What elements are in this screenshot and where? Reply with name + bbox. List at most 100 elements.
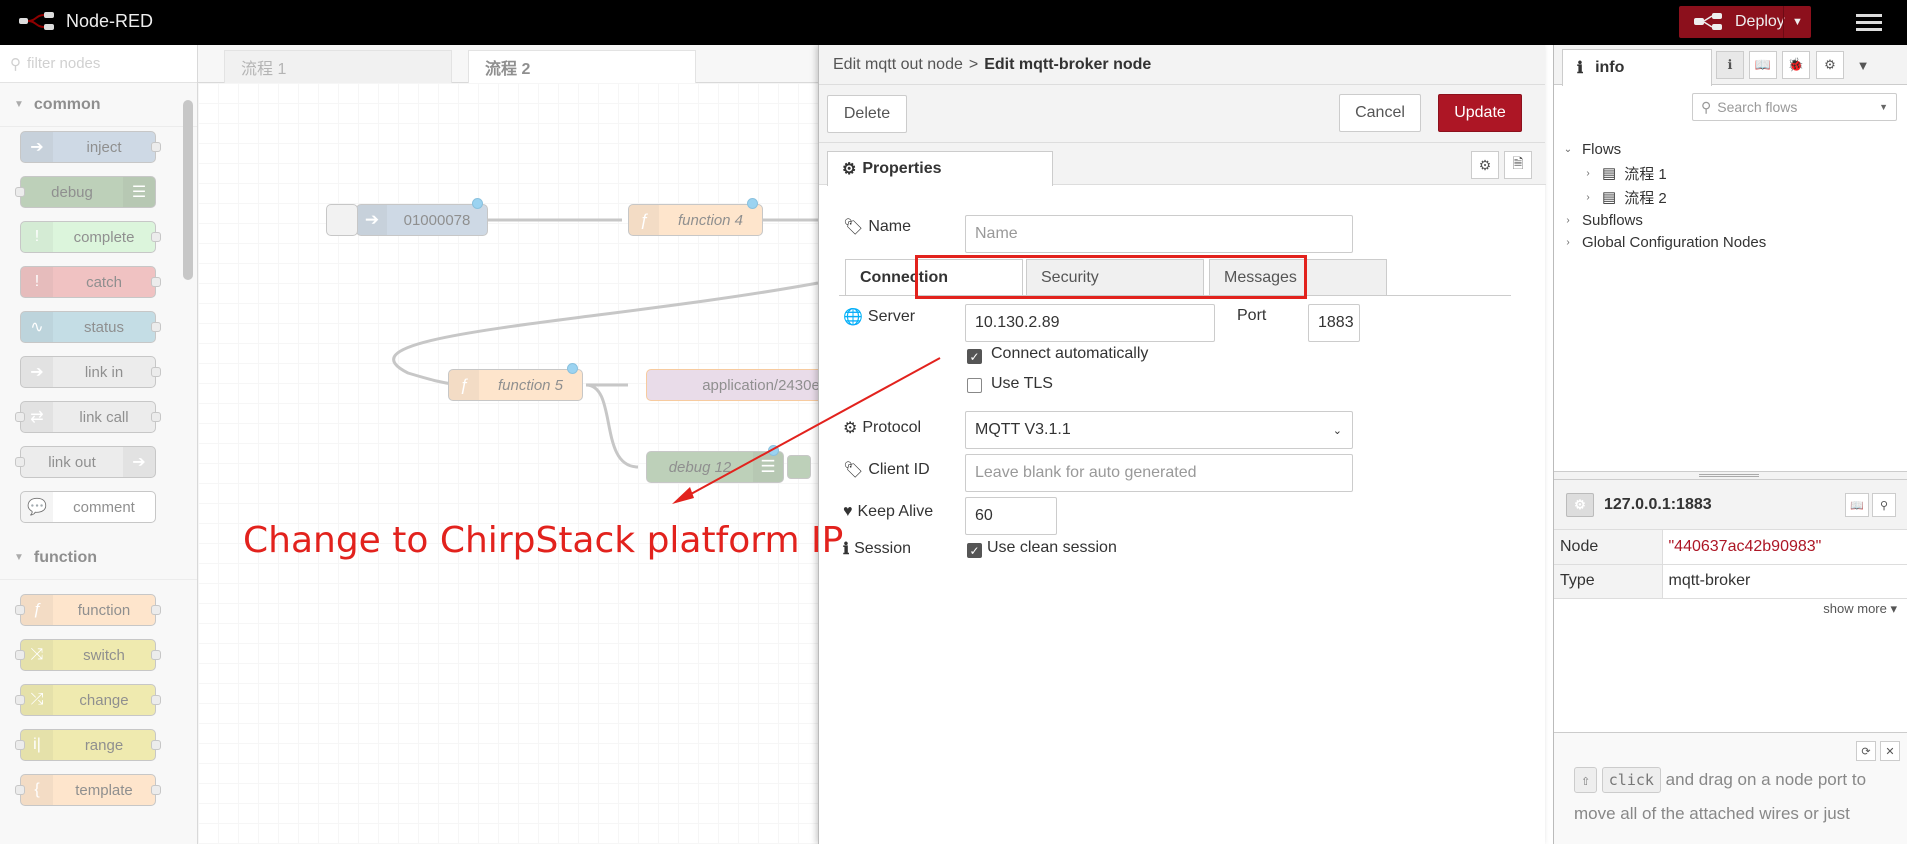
deploy-label: Deploy bbox=[1735, 13, 1785, 30]
update-button[interactable]: Update bbox=[1438, 94, 1522, 132]
server-input[interactable]: 10.130.2.89 bbox=[965, 304, 1215, 342]
protocol-select[interactable]: MQTT V3.1.1 ⌄ bbox=[965, 411, 1353, 449]
refresh-icon[interactable]: ⟳ bbox=[1856, 741, 1876, 761]
chevron-down-icon: ⌄ bbox=[1563, 143, 1573, 155]
book-icon[interactable]: 📖 bbox=[1749, 51, 1777, 79]
node-settings-gear-icon[interactable]: ⚙ bbox=[1471, 151, 1499, 179]
chevron-right-icon: › bbox=[1566, 214, 1570, 226]
gear-icon[interactable]: ⚙ bbox=[1816, 51, 1844, 79]
tab-info[interactable]: ℹ info bbox=[1562, 49, 1712, 86]
keep-alive-input[interactable]: 60 bbox=[965, 497, 1057, 535]
connect-automatically-label: Connect automatically bbox=[991, 345, 1149, 362]
tag-icon: 🏷 bbox=[843, 219, 864, 236]
heartbeat-icon: ♥ bbox=[843, 503, 853, 520]
config-node-gear-icon: ⚙ bbox=[1566, 492, 1594, 517]
label-text: Name bbox=[868, 218, 911, 235]
prop-value: mqtt-broker bbox=[1662, 564, 1907, 599]
breadcrumb-parent[interactable]: Edit mqtt out node bbox=[833, 56, 963, 74]
show-more-label: show more bbox=[1823, 601, 1887, 616]
label-text: Protocol bbox=[862, 419, 922, 436]
search-placeholder: Search flows bbox=[1717, 99, 1798, 115]
tray-breadcrumb: Edit mqtt out node > Edit mqtt-broker no… bbox=[819, 45, 1545, 85]
bug-icon[interactable]: 🐞 bbox=[1782, 51, 1810, 79]
chevron-right-icon: › bbox=[1586, 167, 1590, 179]
connect-automatically-checkbox[interactable]: ✓ bbox=[967, 349, 982, 364]
close-icon[interactable]: ✕ bbox=[1880, 741, 1900, 761]
tab-properties[interactable]: ⚙ Properties bbox=[827, 151, 1053, 186]
search-icon: ⚲ bbox=[1701, 98, 1712, 115]
label-text: Session bbox=[854, 540, 911, 557]
main-menu-icon[interactable] bbox=[1854, 10, 1884, 36]
server-field-label: 🌐 Server bbox=[843, 307, 915, 327]
info-icon: ℹ bbox=[1577, 60, 1584, 77]
chevron-down-icon: ⌄ bbox=[1332, 424, 1342, 437]
session-field-label: ℹ Session bbox=[843, 539, 911, 559]
selected-node-title: 127.0.0.1:1883 bbox=[1604, 495, 1712, 513]
search-flows-input[interactable]: ⚲ Search flows ▼ bbox=[1692, 93, 1897, 121]
flow-icon: ▤ bbox=[1602, 165, 1617, 182]
search-icon[interactable]: ⚲ bbox=[1872, 493, 1896, 517]
help-tip-panel: ⟳ ✕ ⇧ click and drag on a node port to m… bbox=[1554, 732, 1907, 844]
sidebar-tabbar: ℹ info ℹ 📖 🐞 ⚙ ▼ bbox=[1554, 45, 1907, 86]
label-text: Client ID bbox=[868, 461, 930, 478]
tag-icon: 🏷 bbox=[843, 462, 864, 479]
description-doc-icon[interactable]: 🗎 bbox=[1504, 151, 1532, 179]
table-row: Type mqtt-broker bbox=[1554, 564, 1907, 599]
tree-flow-1[interactable]: › ▤ 流程 1 bbox=[1582, 160, 1666, 186]
app-title: Node-RED bbox=[66, 10, 154, 31]
gear-icon: ⚙ bbox=[843, 420, 858, 437]
protocol-field-label: ⚙ Protocol bbox=[843, 418, 921, 438]
protocol-selected-value: MQTT V3.1.1 bbox=[975, 421, 1071, 438]
app-logo: Node-RED bbox=[18, 10, 153, 32]
node-red-logo-icon bbox=[19, 12, 54, 30]
tree-global-config[interactable]: › Global Configuration Nodes bbox=[1562, 229, 1766, 255]
caret-down-icon[interactable]: ▼ bbox=[1849, 51, 1877, 79]
deploy-menu-caret-icon[interactable]: ▼ bbox=[1783, 6, 1811, 38]
chevron-right-icon: › bbox=[1586, 191, 1590, 203]
label-text: Keep Alive bbox=[857, 503, 934, 520]
gear-icon: ⚙ bbox=[842, 161, 857, 178]
table-row: Node "440637ac42b90983" bbox=[1554, 530, 1907, 565]
tab-label: info bbox=[1595, 59, 1625, 76]
clean-session-checkbox[interactable]: ✓ bbox=[967, 543, 982, 558]
use-tls-label: Use TLS bbox=[991, 375, 1053, 392]
name-input[interactable]: Name bbox=[965, 215, 1353, 253]
help-tip-text: ⇧ click and drag on a node port to move … bbox=[1574, 763, 1894, 831]
tree-label: Flows bbox=[1582, 140, 1622, 158]
tree-label: Subflows bbox=[1582, 211, 1643, 229]
annotation-highlight-box bbox=[915, 255, 1307, 299]
label-text: Server bbox=[867, 308, 916, 325]
tree-flows[interactable]: ⌄ Flows bbox=[1562, 136, 1621, 162]
header-bar: Node-RED Deploy ▼ bbox=[0, 0, 1907, 45]
chevron-right-icon: › bbox=[1566, 236, 1570, 248]
delete-button[interactable]: Delete bbox=[827, 95, 907, 133]
help-key: click bbox=[1601, 767, 1661, 793]
show-more-link[interactable]: show more ▾ bbox=[1823, 601, 1897, 617]
tab-label: Properties bbox=[862, 160, 942, 177]
tray-toolbar: Delete Cancel Update bbox=[819, 85, 1545, 143]
info-sidebar: ℹ info ℹ 📖 🐞 ⚙ ▼ ⚲ Search flows ▼ ⌄ Flows… bbox=[1553, 45, 1907, 844]
book-icon[interactable]: 📖 bbox=[1845, 493, 1869, 517]
clean-session-label: Use clean session bbox=[987, 539, 1117, 556]
shift-key-icon: ⇧ bbox=[1574, 767, 1598, 793]
keep-alive-field-label: ♥ Keep Alive bbox=[843, 503, 933, 521]
tree-label: Global Configuration Nodes bbox=[1582, 233, 1767, 251]
prop-key: Node bbox=[1554, 530, 1663, 565]
breadcrumb-current: Edit mqtt-broker node bbox=[984, 55, 1152, 73]
deploy-icon bbox=[1694, 13, 1722, 30]
cancel-button[interactable]: Cancel bbox=[1339, 94, 1421, 132]
port-input[interactable]: 1883 bbox=[1308, 304, 1360, 342]
node-properties-table: Node "440637ac42b90983" Type mqtt-broker bbox=[1554, 530, 1907, 599]
sidebar-split-handle[interactable] bbox=[1554, 471, 1907, 480]
prop-key: Type bbox=[1554, 564, 1663, 599]
use-tls-checkbox[interactable] bbox=[967, 378, 982, 393]
info-icon[interactable]: ℹ bbox=[1716, 51, 1744, 79]
client-id-field-label: 🏷 Client ID bbox=[843, 460, 930, 480]
deploy-button[interactable]: Deploy ▼ bbox=[1679, 6, 1811, 38]
globe-icon: 🌐 bbox=[843, 309, 863, 326]
modal-dim-overlay bbox=[0, 45, 908, 844]
client-id-input[interactable]: Leave blank for auto generated bbox=[965, 454, 1353, 492]
edit-tray: Edit mqtt out node > Edit mqtt-broker no… bbox=[818, 45, 1546, 844]
flow-icon: ▤ bbox=[1602, 189, 1617, 206]
properties-tabbar: ⚙ Properties ⚙ 🗎 bbox=[819, 143, 1546, 186]
